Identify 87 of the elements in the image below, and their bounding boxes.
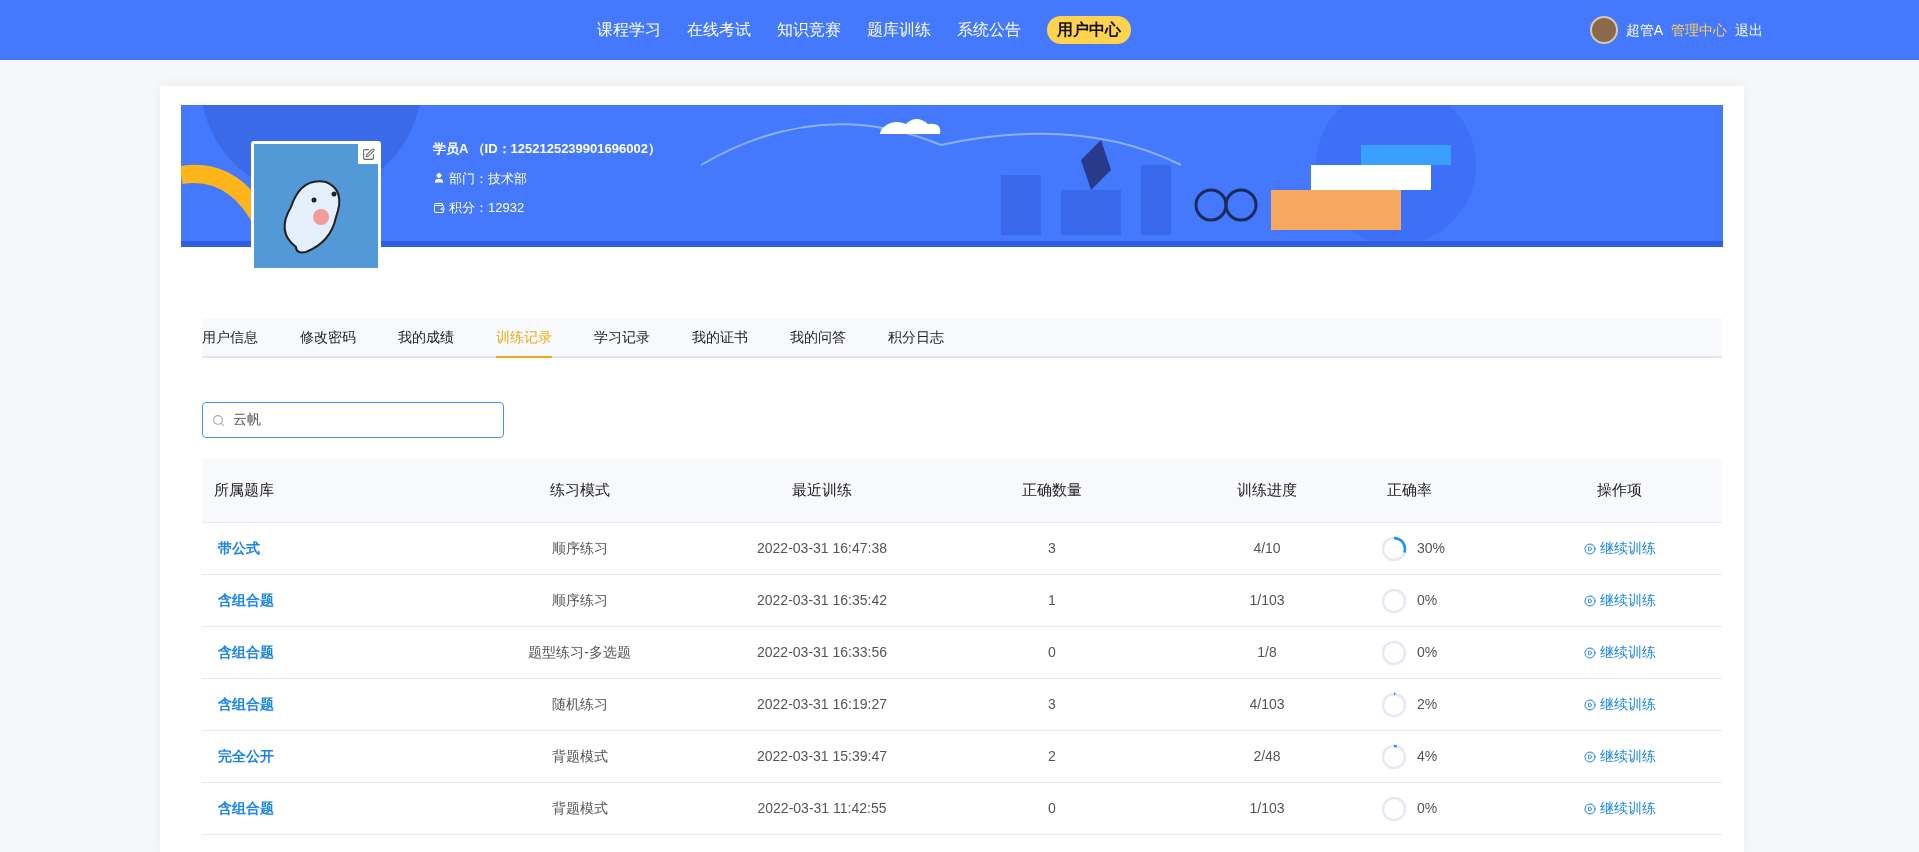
- table-cell-text: 2: [1047, 747, 1057, 766]
- tab[interactable]: 我的成绩: [398, 318, 454, 358]
- table-cell-text: 2022-03-31 16:33:56: [756, 643, 888, 662]
- column-header: 操作项: [1596, 480, 1643, 501]
- column-header: 所属题库: [213, 480, 275, 501]
- bank-link[interactable]: 含组合题: [202, 694, 452, 715]
- tab[interactable]: 修改密码: [300, 318, 356, 358]
- progress-ring: [1381, 795, 1407, 822]
- nav-link[interactable]: 题库训练: [867, 18, 931, 42]
- bank-link[interactable]: 含组合题: [202, 798, 452, 819]
- play-icon: [1583, 698, 1596, 711]
- continue-link[interactable]: 继续训练: [1583, 798, 1656, 819]
- progress-ring: [1381, 639, 1407, 666]
- table-cell-text: 背题模式: [550, 747, 609, 766]
- play-icon: [1583, 542, 1596, 555]
- play-icon: [1583, 594, 1596, 607]
- rate-text: 0%: [1417, 799, 1438, 818]
- table-cell-text: 顺序练习: [550, 591, 609, 610]
- nav-link[interactable]: 知识竞赛: [777, 18, 841, 42]
- column-header: 最近训练: [791, 480, 853, 501]
- column-header: 训练进度: [1236, 480, 1298, 501]
- nav-link[interactable]: 在线考试: [687, 18, 751, 42]
- table-cell-text: 4/103: [1248, 695, 1286, 714]
- table-cell-text: 3: [1047, 539, 1057, 558]
- table-cell-text: 2022-03-31 15:39:47: [756, 747, 888, 766]
- table-cell-text: 2022-03-31 16:47:38: [756, 539, 888, 558]
- continue-link[interactable]: 继续训练: [1583, 746, 1656, 767]
- bank-link[interactable]: 含组合题: [202, 642, 452, 663]
- table-cell-text: 2022-03-31 11:42:55: [756, 799, 888, 818]
- admin-link[interactable]: 管理中心: [1671, 19, 1727, 41]
- edit-button[interactable]: [358, 144, 378, 164]
- table-cell-text: 1/8: [1256, 643, 1278, 662]
- nav-link[interactable]: 课程学习: [597, 18, 661, 42]
- continue-link[interactable]: 继续训练: [1583, 694, 1656, 715]
- bank-link[interactable]: 含组合题: [202, 590, 452, 611]
- play-icon: [1583, 750, 1596, 763]
- tab[interactable]: 学习记录: [594, 318, 650, 358]
- column-header: 练习模式: [548, 480, 611, 501]
- bank-link[interactable]: 带公式: [202, 538, 452, 559]
- rate-text: 0%: [1417, 643, 1438, 662]
- table-cell-text: 0: [1047, 643, 1057, 662]
- nav-link[interactable]: 用户中心: [1047, 16, 1131, 44]
- rate-text: 30%: [1417, 539, 1446, 558]
- edit-icon: [361, 147, 375, 161]
- continue-link[interactable]: 继续训练: [1583, 642, 1656, 663]
- table-cell-text: 2022-03-31 16:19:27: [756, 695, 888, 714]
- progress-ring: [1381, 535, 1407, 562]
- tab[interactable]: 积分日志: [888, 318, 944, 358]
- tab[interactable]: 我的问答: [790, 318, 846, 358]
- search-field[interactable]: 云帆: [202, 402, 504, 438]
- continue-link[interactable]: 继续训练: [1583, 590, 1656, 611]
- search-icon: [212, 414, 225, 427]
- progress-ring: [1381, 743, 1407, 770]
- progress-ring: [1381, 587, 1407, 614]
- person-icon: [433, 172, 445, 185]
- table-cell-text: 顺序练习: [550, 539, 609, 558]
- table-cell-text: 题型练习-多选题: [527, 643, 632, 662]
- wallet-icon: [433, 201, 445, 214]
- table-cell-text: 0: [1047, 799, 1057, 818]
- rate-text: 0%: [1417, 591, 1438, 610]
- bank-link[interactable]: 完全公开: [202, 746, 452, 767]
- table-cell-text: 1/103: [1248, 591, 1286, 610]
- nav-link[interactable]: 系统公告: [957, 18, 1021, 42]
- table-cell-text: 2/48: [1252, 747, 1282, 766]
- progress-ring: [1381, 691, 1407, 718]
- logout-link[interactable]: 退出: [1735, 19, 1763, 41]
- play-icon: [1583, 646, 1596, 659]
- user-name: 超管A: [1625, 20, 1663, 40]
- table-cell-text: 1/103: [1248, 799, 1286, 818]
- play-icon: [1583, 802, 1596, 815]
- table-cell-text: 背题模式: [550, 799, 609, 818]
- column-header: 正确率: [1386, 480, 1433, 501]
- column-header: 正确数量: [1021, 480, 1083, 501]
- table-cell-text: 4/10: [1252, 539, 1282, 558]
- profile-name: 学员A （ID：1252125239901696002）: [433, 140, 661, 158]
- table-cell-text: 1: [1047, 591, 1057, 610]
- points-text: 积分：12932: [449, 199, 525, 217]
- table-cell-text: 2022-03-31 16:35:42: [756, 591, 888, 610]
- table-cell-text: 随机练习: [550, 695, 609, 714]
- rate-text: 2%: [1417, 695, 1438, 714]
- rate-text: 4%: [1417, 747, 1438, 766]
- table-cell-text: 3: [1047, 695, 1057, 714]
- continue-link[interactable]: 继续训练: [1583, 538, 1656, 559]
- tab[interactable]: 用户信息: [202, 318, 258, 358]
- tab[interactable]: 我的证书: [692, 318, 748, 358]
- avatar-icon: [1589, 16, 1618, 44]
- department-text: 部门：技术部: [449, 169, 527, 188]
